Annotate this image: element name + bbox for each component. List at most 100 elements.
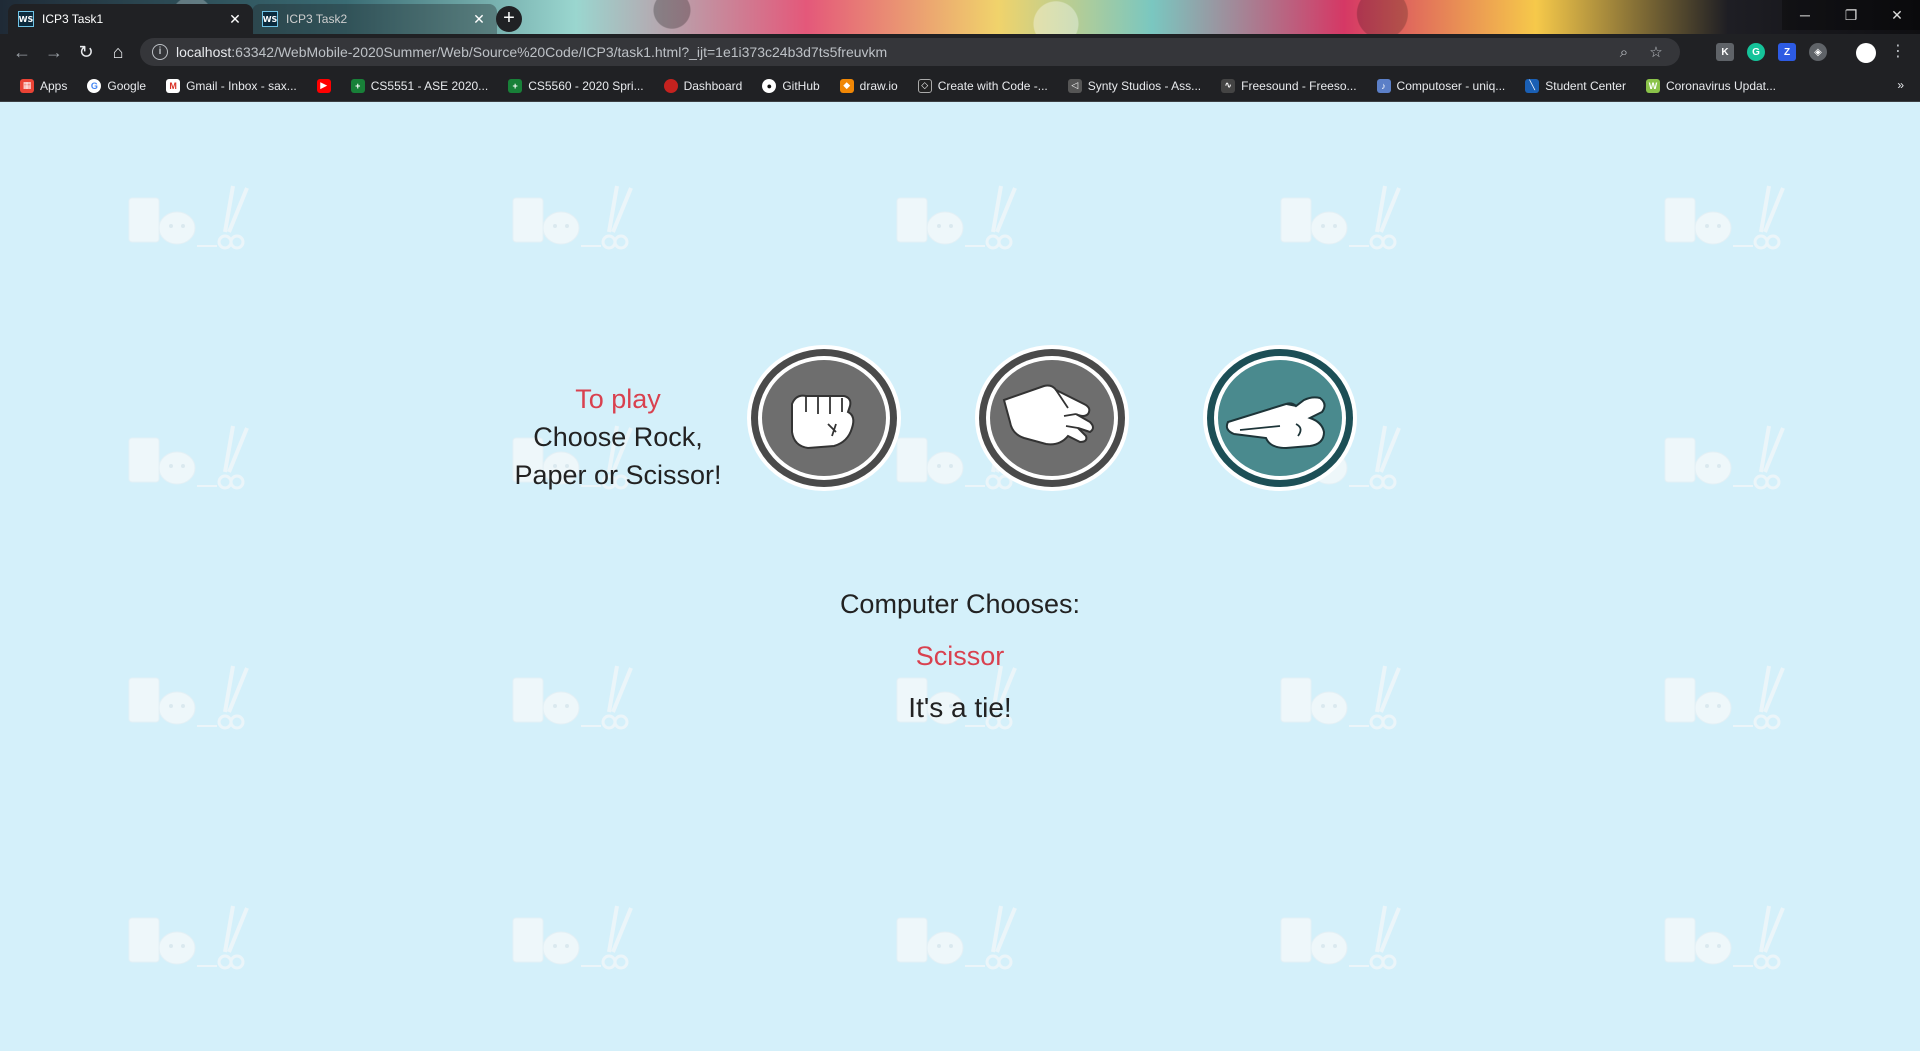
choose-line-2: Paper or Scissor! <box>514 460 722 490</box>
reload-icon[interactable]: ↻ <box>70 36 102 68</box>
bookmark-label: draw.io <box>859 78 898 93</box>
avatar[interactable] <box>1856 43 1876 63</box>
bookmark-gmail[interactable]: M Gmail - Inbox - sax... <box>158 73 305 99</box>
bookmark-cs5551[interactable]: + CS5551 - ASE 2020... <box>343 73 496 99</box>
bookmark-label: Student Center <box>1545 78 1626 93</box>
youtube-icon: ▶ <box>316 78 331 93</box>
rock-paper-scissors-doodle-icon <box>1664 905 1785 970</box>
github-icon: ● <box>762 78 777 93</box>
gmail-icon: M <box>166 78 181 93</box>
tab-title: ICP3 Task2 <box>286 12 348 26</box>
dashboard-icon <box>663 78 678 93</box>
bookmark-google[interactable]: G Google <box>79 73 154 99</box>
instructions: To play Choose Rock, Paper or Scissor! <box>500 380 736 494</box>
bookmarks-bar: ▦ Apps G Google M Gmail - Inbox - sax...… <box>0 70 1920 102</box>
bookmark-computoser[interactable]: ♪ Computoser - uniq... <box>1369 73 1514 99</box>
home-icon[interactable]: ⌂ <box>102 36 134 68</box>
game-page: To play Choose Rock, Paper or Scissor! C… <box>0 102 1920 1051</box>
bookmark-label: Computoser - uniq... <box>1396 78 1506 93</box>
bookmark-label: Create with Code -... <box>937 78 1048 93</box>
url-host: localhost <box>176 44 232 60</box>
google-icon: G <box>87 78 102 93</box>
extension-icon[interactable]: K <box>1716 43 1734 61</box>
rock-paper-scissors-doodle-icon <box>512 185 633 250</box>
bookmark-star-icon[interactable]: ☆ <box>1644 43 1668 61</box>
bookmark-label: CS5560 - 2020 Spri... <box>528 78 644 93</box>
close-icon[interactable]: ✕ <box>227 11 243 27</box>
worldometer-icon: W <box>1645 78 1660 93</box>
window-close-icon[interactable]: ✕ <box>1874 0 1920 30</box>
paper-hand-icon <box>975 345 1129 491</box>
grammarly-icon[interactable]: G <box>1747 43 1765 61</box>
close-icon[interactable]: ✕ <box>471 11 487 27</box>
url-path: :63342/WebMobile-2020Summer/Web/Source%2… <box>231 44 888 60</box>
bookmark-cs5560[interactable]: + CS5560 - 2020 Spri... <box>500 73 651 99</box>
bookmark-label: Gmail - Inbox - sax... <box>186 78 297 93</box>
bookmark-dashboard[interactable]: Dashboard <box>656 73 751 99</box>
tab-title: ICP3 Task1 <box>42 12 104 26</box>
bookmark-label: CS5551 - ASE 2020... <box>370 78 489 93</box>
bookmark-label: GitHub <box>782 78 820 93</box>
rock-paper-scissors-doodle-icon <box>1664 185 1785 250</box>
rock-paper-scissors-doodle-icon <box>128 425 249 490</box>
forward-arrow-icon[interactable]: → <box>38 36 70 68</box>
student-center-icon: ╲ <box>1525 78 1540 93</box>
bookmark-label: Freesound - Freeso... <box>1241 78 1357 93</box>
choose-instruction: Choose Rock, Paper or Scissor! <box>500 418 736 494</box>
scissor-hand-icon <box>1203 345 1357 491</box>
bookmark-coronavirus[interactable]: W Coronavirus Updat... <box>1638 73 1784 99</box>
bookmark-freesound[interactable]: ∿ Freesound - Freeso... <box>1213 73 1364 99</box>
tab-strip: WS ICP3 Task1 ✕ WS ICP3 Task2 ✕ + ─ ❐ ✕ <box>0 0 1920 34</box>
rock-fist-icon <box>747 345 901 491</box>
bookmark-apps[interactable]: ▦ Apps <box>12 73 75 99</box>
tab-icp3-task1[interactable]: WS ICP3 Task1 ✕ <box>8 4 253 34</box>
bookmark-label: Google <box>107 78 147 93</box>
site-info-icon[interactable]: i <box>152 44 168 60</box>
webstorm-icon: WS <box>262 11 278 27</box>
paper-button[interactable] <box>972 342 1132 494</box>
bookmark-label: Synty Studios - Ass... <box>1087 78 1202 93</box>
bookmark-label: Apps <box>40 78 68 93</box>
to-play-heading: To play <box>575 384 661 414</box>
plus-green-icon: + <box>350 78 365 93</box>
rock-paper-scissors-doodle-icon <box>896 185 1017 250</box>
bookmark-drawio[interactable]: ◆ draw.io <box>832 73 906 99</box>
new-tab-button[interactable]: + <box>496 6 522 32</box>
menu-dots-icon[interactable]: ⋮ <box>1886 41 1910 61</box>
computoser-icon: ♪ <box>1376 78 1391 93</box>
rock-paper-scissors-doodle-icon <box>512 905 633 970</box>
more-bookmarks-icon[interactable]: » <box>1897 78 1904 92</box>
restore-icon[interactable]: ❐ <box>1828 0 1874 30</box>
rock-paper-scissors-doodle-icon <box>128 185 249 250</box>
bookmark-youtube[interactable]: ▶ <box>309 73 339 99</box>
drawio-icon: ◆ <box>839 78 854 93</box>
scissor-button[interactable] <box>1200 342 1360 494</box>
browser-toolbar: ← → ↻ ⌂ i localhost:63342/WebMobile-2020… <box>0 34 1920 70</box>
rock-button[interactable] <box>744 342 904 494</box>
url-text[interactable]: localhost:63342/WebMobile-2020Summer/Web… <box>176 44 1604 60</box>
freesound-icon: ∿ <box>1221 78 1236 93</box>
bookmark-create-with-code[interactable]: ◇ Create with Code -... <box>910 73 1056 99</box>
rock-paper-scissors-doodle-icon <box>1664 425 1785 490</box>
bookmark-github[interactable]: ● GitHub <box>754 73 827 99</box>
address-bar[interactable]: i localhost:63342/WebMobile-2020Summer/W… <box>140 38 1680 66</box>
computer-chooses-label: Computer Chooses: <box>839 589 1081 619</box>
rock-paper-scissors-doodle-icon <box>896 905 1017 970</box>
bookmark-label: Dashboard <box>683 78 743 93</box>
choose-line-1: Choose Rock, <box>533 422 703 452</box>
bookmark-student-center[interactable]: ╲ Student Center <box>1517 73 1634 99</box>
unity-icon: ◇ <box>917 78 932 93</box>
tab-icp3-task2[interactable]: WS ICP3 Task2 ✕ <box>252 4 497 34</box>
computer-choice: Scissor <box>915 641 1005 671</box>
minimize-icon[interactable]: ─ <box>1782 0 1828 30</box>
shield-icon[interactable]: ◈ <box>1809 43 1827 61</box>
rock-paper-scissors-doodle-icon <box>1280 905 1401 970</box>
zotero-icon[interactable]: Z <box>1778 43 1796 61</box>
game-result: It's a tie! <box>908 692 1012 723</box>
bookmark-label: Coronavirus Updat... <box>1665 78 1777 93</box>
bookmark-synty[interactable]: ◁ Synty Studios - Ass... <box>1060 73 1209 99</box>
synty-icon: ◁ <box>1067 78 1082 93</box>
back-arrow-icon[interactable]: ← <box>6 36 38 68</box>
rock-paper-scissors-doodle-icon <box>1280 185 1401 250</box>
zoom-icon[interactable]: ⌕ <box>1612 44 1636 61</box>
